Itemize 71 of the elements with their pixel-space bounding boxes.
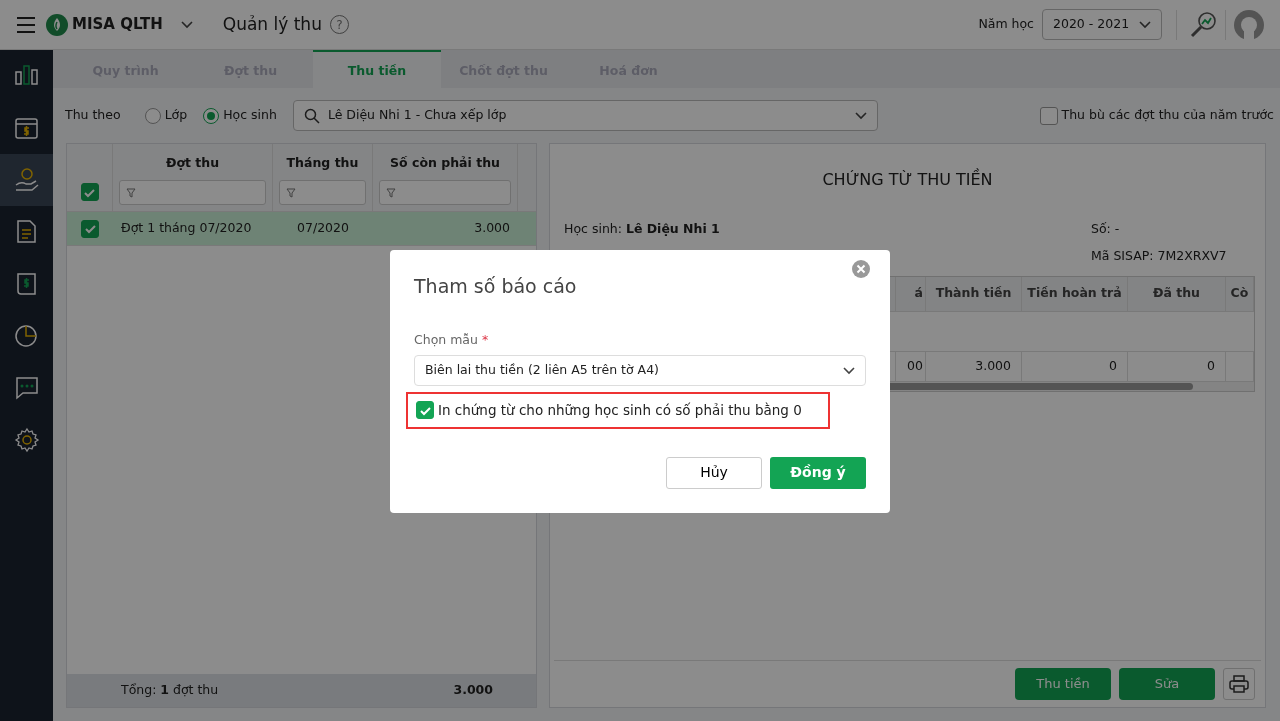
table-cell-text: 0 [1109,356,1117,375]
student-select[interactable]: Lê Diệu Nhi 1 - Chưa xếp lớp [292,100,878,131]
collect-button[interactable]: Thu tiền [1015,668,1111,700]
avatar-icon[interactable] [1234,9,1264,40]
filter-icon [126,187,136,198]
chevron-down-icon [854,111,867,120]
table-cell: Đợt 1 tháng 07/2020 [121,219,252,238]
checkbox-label: In chứng từ cho những học sinh có số phải thu bằng 0 [438,401,802,421]
radio-label: Học sinh [223,106,277,125]
print-button[interactable] [1223,668,1255,700]
checkbox[interactable] [1039,106,1058,125]
field-label: Chọn mẫu [414,331,478,347]
student-name-text: Học sinh: Lê Diệu Nhi 1 [564,220,720,238]
column-header: Tháng thu [286,154,359,172]
cancel-button[interactable]: Hủy [666,456,762,489]
confirm-button[interactable]: Đồng ý [770,456,866,489]
filter-input[interactable] [279,180,366,205]
column-header: Thành tiền [935,284,1012,303]
table-cell-text: 0 [1207,356,1215,375]
radio-label: Lớp [164,106,188,125]
year-select[interactable]: 2020 - 2021 [1042,9,1162,40]
year-label: Năm học [978,15,1034,34]
chevron-down-icon [1139,20,1151,29]
dialog-title: Tham số báo cáo [414,274,577,299]
page-title: Quản lý thu [222,12,322,36]
column-header: Tiền hoàn trả [1027,284,1122,303]
app-name: MISA QLTH [72,14,163,36]
column-header: Đợt thu [165,154,220,172]
template-select[interactable]: Biên lai thu tiền (2 liên A5 trên tờ A4) [414,355,866,387]
filter-icon [286,187,296,198]
total-text: Tổng: 1 đợt thu [121,681,219,700]
table-cell: 3.000 [474,219,510,238]
filter-icon [386,187,396,198]
column-header: Đã thu [1152,284,1200,303]
table-cell: 07/2020 [297,219,349,238]
hand-coin-icon [13,167,40,193]
printer-icon [1229,675,1249,693]
magnifier-chart-icon[interactable] [1189,10,1217,39]
checkbox[interactable] [416,401,434,420]
column-header: Cò [1230,284,1249,303]
pie-chart-icon [13,323,40,349]
checkbox-label: Thu bù các đợt thu của năm trước [1061,106,1274,125]
column-header: á [914,284,923,303]
required-mark: * [481,331,489,347]
radio-button[interactable] [144,107,161,124]
column-header: Số còn phải thu [390,154,500,172]
receipt-title: CHỨNG TỪ THU TIỀN [821,168,994,191]
receipt-number-text: Số: - [1091,220,1121,238]
calendar-dollar-icon [13,115,40,141]
table-row[interactable]: Đợt 1 tháng 07/2020 07/2020 3.000 [67,212,536,246]
edit-button[interactable]: Sửa [1119,668,1215,700]
menu-icon[interactable] [16,15,36,34]
filter-input[interactable] [379,180,511,205]
table-cell-text: 00 [907,356,923,375]
row-checkbox[interactable] [81,219,99,238]
radio-button[interactable] [203,107,220,124]
chat-icon [13,375,40,401]
sisap-code-text: Mã SISAP: 7M2XRXV7 [1091,246,1228,265]
tab[interactable]: Thu tiền [313,50,441,88]
sidebar-item[interactable] [0,154,53,206]
select-all-checkbox[interactable] [80,183,99,201]
filter-input[interactable] [119,180,266,205]
chevron-down-icon [843,366,855,375]
total-amount: 3.000 [453,681,493,700]
gear-icon [13,427,40,453]
filter-label: Thu theo [65,106,121,125]
search-icon [303,107,320,124]
chevron-down-icon[interactable] [180,20,193,29]
table-cell-text: 3.000 [975,356,1011,375]
close-icon[interactable] [852,260,870,278]
leaf-logo-icon [46,13,68,36]
